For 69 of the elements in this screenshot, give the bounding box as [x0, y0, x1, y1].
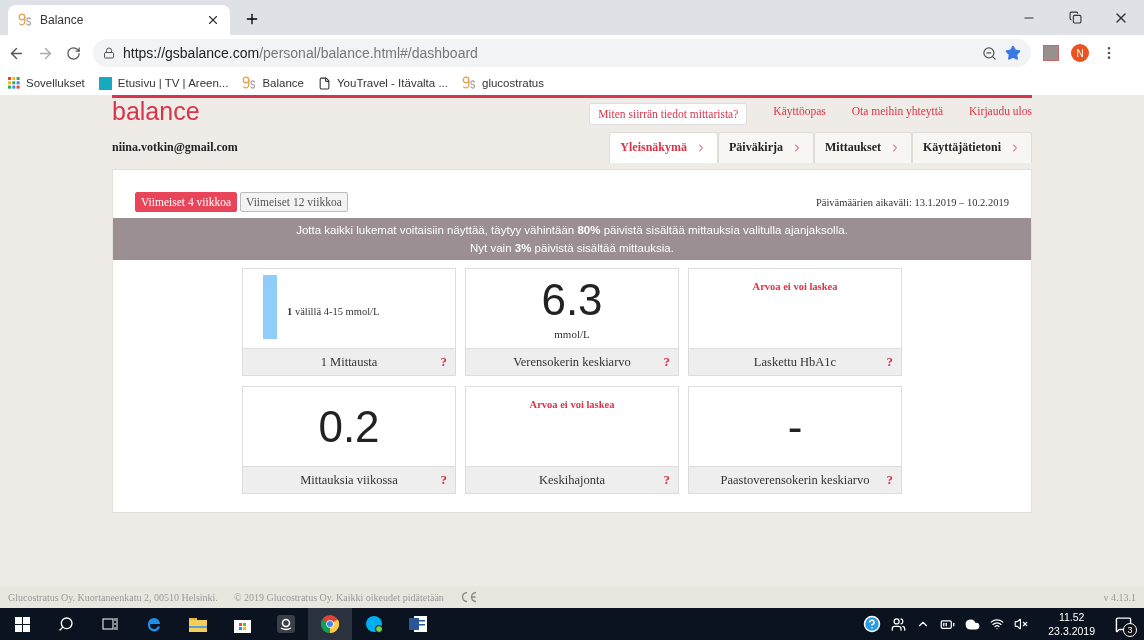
lock-icon: [103, 47, 115, 59]
period-button[interactable]: Viimeiset 12 viikkoa: [240, 192, 348, 212]
bookmark[interactable]: Balance: [242, 76, 304, 90]
search-icon[interactable]: [58, 616, 74, 632]
gs-logo-icon: [242, 76, 257, 90]
clock[interactable]: 11.52 23.3.2019: [1048, 610, 1095, 638]
card-label: Verensokerin keskiarvo: [512, 354, 632, 370]
error-message: Arvoa ei voi laskea: [529, 399, 615, 410]
bookmark[interactable]: glucostratus: [462, 76, 544, 90]
help-link[interactable]: ?: [440, 354, 447, 370]
nav-tab[interactable]: Päiväkirja: [718, 132, 814, 163]
people-icon[interactable]: [891, 616, 907, 632]
tab-title: Balance: [40, 13, 85, 27]
card-label: Keskihajonta: [538, 472, 606, 488]
card-label: Laskettu HbA1c: [752, 354, 838, 370]
notice-text: Nyt vain 3% päivistä sisältää mittauksia.: [470, 241, 674, 256]
stat-value: -: [787, 404, 803, 449]
header-link[interactable]: Ota meihin yhteyttä: [851, 105, 944, 117]
star-icon[interactable]: [1005, 45, 1021, 61]
help-link[interactable]: ?: [440, 472, 447, 488]
cloud-icon[interactable]: [965, 616, 981, 632]
version-label: v 4.13.1: [1103, 591, 1136, 603]
help-link[interactable]: ?: [886, 472, 893, 488]
help-link[interactable]: ?: [663, 472, 670, 488]
card-label: 1 Mittausta: [319, 354, 379, 370]
header-link[interactable]: Käyttöopas: [773, 105, 826, 117]
address-bar[interactable]: https://gsbalance.com/personal/balance.html#/dashboard: [93, 39, 1031, 67]
card-label: Paastoverensokerin keskiarvo: [719, 472, 871, 488]
nav-tab[interactable]: Mittaukset: [814, 132, 912, 163]
period-button[interactable]: Viimeiset 4 viikkoa: [135, 192, 238, 212]
bookmark[interactable]: Sovellukset: [8, 77, 85, 89]
volume-muted-icon[interactable]: [1014, 617, 1029, 631]
bookmark[interactable]: Etusivu | TV | Areen...: [98, 76, 229, 90]
close-icon[interactable]: [206, 13, 220, 27]
apps-grid-icon: [8, 77, 20, 89]
notification-badge: 3: [1123, 622, 1137, 637]
bookmark[interactable]: YouTravel - Itävalta ...: [317, 76, 448, 90]
file-icon: [317, 76, 331, 90]
chrome-icon[interactable]: [308, 608, 352, 640]
help-icon[interactable]: [863, 615, 882, 633]
range-text: 1 välillä 4-15 mmol/L: [287, 306, 380, 317]
nav-tab[interactable]: Käyttäjätietoni: [912, 132, 1032, 163]
browser-tab[interactable]: Balance: [8, 5, 230, 35]
zoom-icon[interactable]: [982, 45, 997, 61]
error-message: Arvoa ei voi laskea: [752, 281, 838, 292]
logo: balance: [112, 98, 200, 124]
bar-drawing: [263, 275, 277, 339]
new-tab-icon[interactable]: [244, 11, 260, 27]
unit-label: mmol/L: [554, 327, 590, 340]
header-link[interactable]: Kirjaudu ulos: [969, 105, 1032, 117]
help-link[interactable]: ?: [886, 354, 893, 370]
user-email: niina.votkin@gmail.com: [112, 140, 238, 155]
reload-icon[interactable]: [66, 45, 81, 61]
card-label: Mittauksia viikossa: [299, 472, 399, 488]
ce-mark-icon: [459, 591, 478, 603]
gs-logo-icon: [462, 76, 476, 90]
help-button[interactable]: Miten siirrän tiedot mittarista?: [589, 103, 748, 125]
nav-tab[interactable]: Yleisnäkymä: [609, 132, 718, 163]
restore-icon[interactable]: [1068, 11, 1082, 24]
copyright-text: © 2019 Glucostratus Oy. Kaikki oikeudet pidätetään: [233, 591, 444, 603]
date-range: Päivämäärien aikaväli: 13.1.2019 – 10.2.2019: [815, 196, 1009, 208]
gs-logo-icon: [18, 13, 32, 27]
company-address: Glucostratus Oy. Kuortaneenkatu 2, 00510 Helsinki.: [8, 591, 218, 603]
help-link[interactable]: ?: [663, 354, 670, 370]
stat-value: 0.2: [318, 404, 380, 449]
wifi-icon[interactable]: [990, 617, 1005, 631]
notice-text: Jotta kaikki lukemat voitaisiin näyttää, täytyy vähintään 80% päivistä sisältää mittauksia valitulla ajanjaksolla.: [296, 223, 848, 238]
stat-value: 6.3: [541, 277, 603, 322]
profile-avatar[interactable]: N: [1071, 44, 1089, 62]
